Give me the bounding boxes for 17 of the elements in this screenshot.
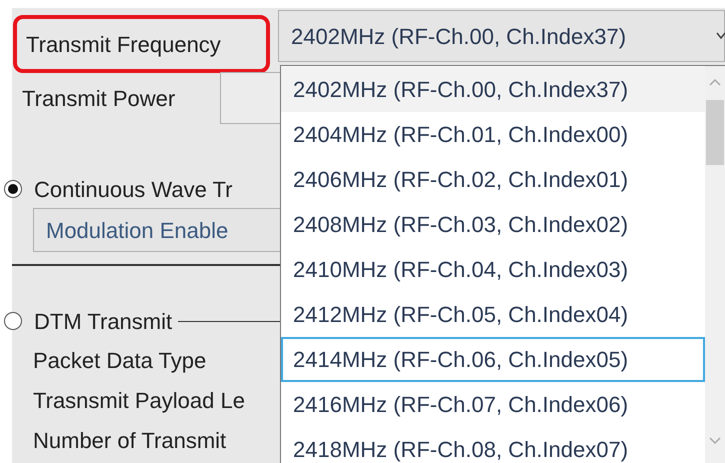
- field-label: Transmit Power: [22, 84, 176, 112]
- field-label: Number of Transmit: [33, 426, 226, 454]
- field-label: Trasnsmit Payload Le: [33, 386, 245, 415]
- field-label: Packet Data Type: [33, 346, 206, 375]
- scroll-up-icon[interactable]: [709, 78, 721, 86]
- field-label: Transmit Frequency: [13, 15, 270, 73]
- scrollbar-thumb[interactable]: [706, 100, 724, 165]
- scroll-down-icon[interactable]: [709, 437, 721, 445]
- chevron-down-icon[interactable]: [716, 32, 725, 40]
- radio-button[interactable]: [4, 180, 22, 198]
- frequency-combo[interactable]: 2402MHz (RF-Ch.00, Ch.Index37): [278, 10, 725, 62]
- radio-button[interactable]: [4, 312, 22, 330]
- radio-label: DTM Transmit: [34, 308, 172, 336]
- scrollbar[interactable]: [705, 66, 725, 463]
- dropdown-option[interactable]: 2414MHz (RF-Ch.06, Ch.Index05): [281, 337, 705, 382]
- radio-label: Continuous Wave Tr: [34, 176, 232, 204]
- dropdown-option[interactable]: 2402MHz (RF-Ch.00, Ch.Index37): [281, 67, 705, 112]
